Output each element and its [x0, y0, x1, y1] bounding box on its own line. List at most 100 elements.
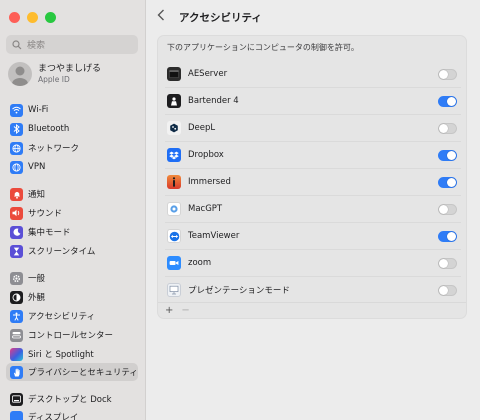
avatar — [8, 62, 32, 86]
app-name: Bartender 4 — [188, 96, 239, 106]
sidebar-item-general[interactable]: 一般 — [6, 269, 138, 287]
sidebar-item-label: 一般 — [28, 274, 46, 284]
app-row-bartender: Bartender 4 — [165, 88, 461, 114]
bluetooth-icon — [10, 122, 23, 136]
control-center-icon — [10, 328, 23, 342]
apple-id-account[interactable]: まつやましげる Apple ID — [8, 62, 101, 86]
sidebar-item-label: 通知 — [28, 190, 46, 200]
app-access-toggle[interactable] — [438, 230, 457, 242]
appearance-icon — [10, 290, 23, 304]
globe-icon — [10, 141, 23, 155]
speaker-icon — [10, 206, 23, 220]
sidebar-item-appearance[interactable]: 外観 — [6, 288, 138, 306]
app-row-zoom: zoom — [165, 250, 461, 276]
sidebar-item-privacy-security[interactable]: プライバシーとセキュリティ — [6, 363, 138, 381]
list-footer-toolbar: + − — [158, 302, 466, 318]
app-row-aeserver: AEServer — [165, 61, 461, 87]
app-access-toggle[interactable] — [438, 95, 457, 107]
search-icon — [12, 39, 22, 49]
zoom-icon — [167, 256, 181, 270]
window-controls — [9, 12, 56, 23]
account-name: まつやましげる — [38, 63, 102, 74]
minimize-window-button[interactable] — [27, 12, 38, 23]
macgpt-icon — [167, 202, 181, 216]
sidebar-item-screen-time[interactable]: スクリーンタイム — [6, 242, 138, 260]
sidebar-item-control-center[interactable]: コントロールセンター — [6, 326, 138, 344]
app-access-toggle[interactable] — [438, 284, 457, 296]
sidebar-item-label: スクリーンタイム — [28, 247, 96, 257]
user-silhouette-icon — [12, 66, 28, 86]
sidebar-item-label: コントロールセンター — [28, 331, 114, 341]
deepl-icon — [167, 121, 181, 135]
sidebar-item-wifi[interactable]: Wi-Fi — [6, 101, 138, 119]
app-access-toggle[interactable] — [438, 68, 457, 80]
sidebar-item-notifications[interactable]: 通知 — [6, 185, 138, 203]
dropbox-icon — [167, 148, 181, 162]
sidebar-item-display[interactable]: ディスプレイ — [6, 408, 138, 420]
teamviewer-icon — [167, 229, 181, 243]
hourglass-icon — [10, 244, 23, 258]
sidebar-item-label: Bluetooth — [28, 124, 70, 134]
app-name: TeamViewer — [188, 231, 240, 241]
app-name: AEServer — [188, 69, 228, 79]
remove-app-button[interactable]: − — [181, 305, 189, 316]
app-row-deepl: DeepL — [165, 115, 461, 141]
search-placeholder: 検索 — [27, 41, 46, 51]
app-access-toggle[interactable] — [438, 122, 457, 134]
vpn-icon — [10, 160, 23, 174]
app-name: プレゼンテーションモード — [188, 286, 290, 296]
sidebar-item-focus[interactable]: 集中モード — [6, 223, 138, 241]
app-row-immersed: Immersed — [165, 169, 461, 195]
moon-icon — [10, 225, 23, 239]
sidebar-item-label: ディスプレイ — [28, 413, 79, 420]
sidebar-item-label: VPN — [28, 162, 46, 172]
app-row-dropbox: Dropbox — [165, 142, 461, 168]
app-name: MacGPT — [188, 204, 223, 214]
app-row-presentation-mode: プレゼンテーションモード — [165, 277, 461, 303]
sidebar-item-label: 集中モード — [28, 228, 71, 238]
bell-icon — [10, 187, 23, 201]
search-field[interactable]: 検索 — [6, 35, 138, 54]
app-name: DeepL — [188, 123, 216, 133]
sidebar-item-label: サウンド — [28, 209, 63, 219]
close-window-button[interactable] — [9, 12, 20, 23]
bartender-icon — [167, 94, 181, 108]
sidebar-item-label: Wi-Fi — [28, 105, 49, 115]
app-name: Dropbox — [188, 150, 224, 160]
sidebar: 検索 まつやましげる Apple ID Wi-Fi Bluetooth ネットワ… — [0, 0, 146, 420]
sidebar-item-desktop-dock[interactable]: デスクトップと Dock — [6, 390, 138, 408]
accessibility-app-list: 下のアプリケーションにコンピュータの制御を許可。 AEServer Barten… — [157, 35, 467, 319]
app-row-macgpt: MacGPT — [165, 196, 461, 222]
back-chevron-icon[interactable] — [157, 9, 169, 25]
sidebar-item-accessibility[interactable]: アクセシビリティ — [6, 307, 138, 325]
display-icon — [10, 410, 23, 420]
main-content: アクセシビリティ 下のアプリケーションにコンピュータの制御を許可。 AEServ… — [147, 0, 480, 420]
gear-icon — [10, 271, 23, 285]
app-access-toggle[interactable] — [438, 176, 457, 188]
sidebar-item-label: Siri と Spotlight — [28, 350, 94, 360]
sidebar-item-label: ネットワーク — [28, 144, 80, 154]
app-name: Immersed — [188, 177, 231, 187]
sidebar-item-siri-spotlight[interactable]: Siri と Spotlight — [6, 345, 138, 363]
accessibility-icon — [10, 309, 23, 323]
sidebar-item-vpn[interactable]: VPN — [6, 158, 138, 176]
immersed-icon — [167, 175, 181, 189]
app-row-teamviewer: TeamViewer — [165, 223, 461, 249]
terminal-icon — [167, 67, 181, 81]
zoom-window-button[interactable] — [45, 12, 56, 23]
page-title: アクセシビリティ — [179, 11, 262, 24]
hand-icon — [10, 365, 23, 379]
add-app-button[interactable]: + — [165, 305, 173, 316]
presentation-icon — [167, 283, 181, 297]
app-access-toggle[interactable] — [438, 257, 457, 269]
sidebar-item-sound[interactable]: サウンド — [6, 204, 138, 222]
account-subtitle: Apple ID — [38, 74, 70, 84]
sidebar-item-label: デスクトップと Dock — [28, 395, 112, 405]
app-access-toggle[interactable] — [438, 149, 457, 161]
sidebar-item-label: アクセシビリティ — [28, 312, 96, 322]
app-access-toggle[interactable] — [438, 203, 457, 215]
sidebar-item-network[interactable]: ネットワーク — [6, 139, 138, 157]
wifi-icon — [10, 103, 23, 117]
sidebar-item-bluetooth[interactable]: Bluetooth — [6, 120, 138, 138]
siri-icon — [10, 347, 23, 361]
